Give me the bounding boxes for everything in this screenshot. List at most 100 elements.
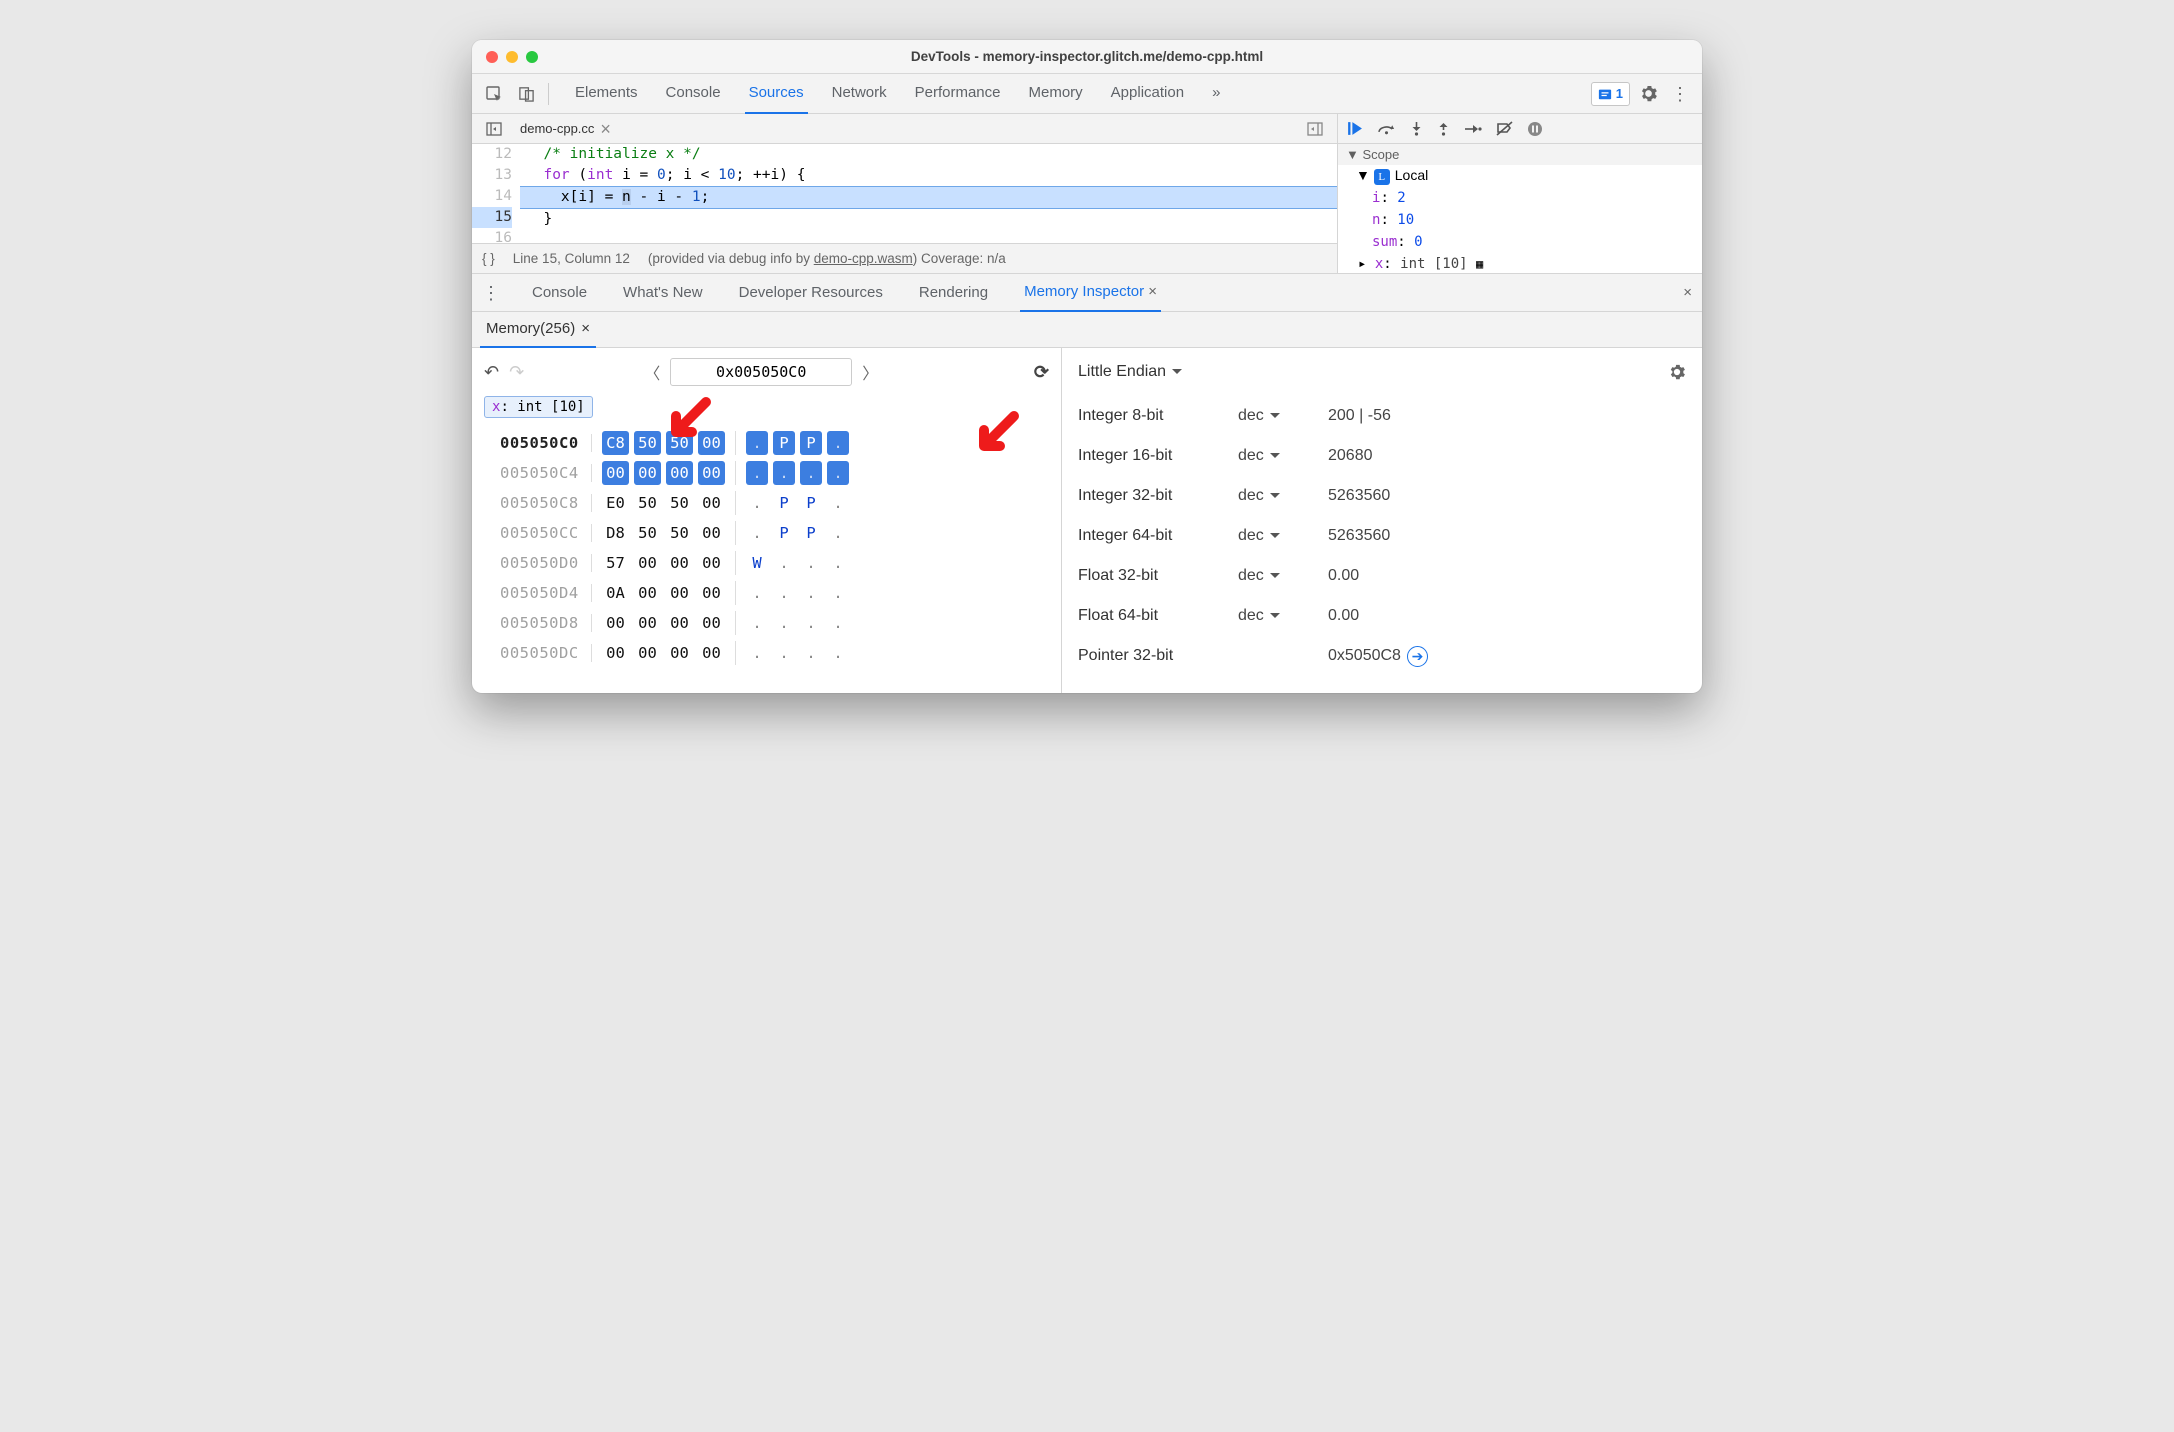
tab-performance[interactable]: Performance (911, 74, 1005, 114)
local-scope-header[interactable]: ▼ LLocal (1338, 165, 1702, 187)
hex-byte[interactable]: 00 (666, 611, 693, 635)
hex-byte[interactable]: 00 (634, 611, 661, 635)
pretty-print-icon[interactable]: { } (482, 251, 495, 266)
hex-byte[interactable]: 0A (602, 581, 629, 605)
resume-icon[interactable] (1346, 120, 1363, 137)
close-window-icon[interactable] (486, 51, 498, 63)
hex-byte[interactable]: 00 (666, 461, 693, 485)
close-tab-icon[interactable]: × (1148, 283, 1157, 300)
close-buffer-icon[interactable]: × (581, 312, 590, 346)
ascii-char[interactable]: P (773, 521, 795, 545)
hex-byte[interactable]: 00 (666, 551, 693, 575)
undo-icon[interactable]: ↶ (484, 362, 499, 383)
hex-byte[interactable]: 00 (698, 581, 725, 605)
drawer-tab-devresources[interactable]: Developer Resources (735, 275, 887, 311)
hex-byte[interactable]: 00 (698, 491, 725, 515)
address-input[interactable] (670, 358, 852, 386)
scope-var-x[interactable]: ▸ x: int [10] ▦ (1338, 253, 1702, 273)
value-format-select[interactable]: dec (1238, 607, 1328, 625)
minimize-window-icon[interactable] (506, 51, 518, 63)
endianness-select[interactable]: Little Endian (1078, 363, 1182, 381)
hex-byte[interactable]: 00 (666, 641, 693, 665)
ascii-char[interactable]: . (773, 641, 795, 665)
step-out-icon[interactable] (1437, 121, 1450, 137)
ascii-char[interactable]: . (746, 641, 768, 665)
navigator-toggle-icon[interactable] (480, 115, 508, 143)
ascii-char[interactable]: . (827, 611, 849, 635)
device-toolbar-icon[interactable] (512, 80, 540, 108)
scope-var-i[interactable]: i: 2 (1338, 187, 1702, 209)
ascii-char[interactable]: . (746, 461, 768, 485)
hex-row[interactable]: 005050DC00000000.... (500, 638, 1061, 668)
ascii-char[interactable]: . (800, 641, 822, 665)
hex-byte[interactable]: 50 (634, 431, 661, 455)
ascii-char[interactable]: . (800, 611, 822, 635)
next-page-icon[interactable]: 〉 (862, 360, 878, 384)
hex-row[interactable]: 005050C400000000.... (500, 458, 1061, 488)
value-format-select[interactable]: dec (1238, 527, 1328, 545)
ascii-char[interactable]: P (773, 431, 795, 455)
hex-byte[interactable]: 00 (602, 611, 629, 635)
pause-exceptions-icon[interactable] (1527, 121, 1543, 137)
ascii-char[interactable]: . (800, 551, 822, 575)
step-icon[interactable] (1464, 123, 1482, 135)
tab-elements[interactable]: Elements (571, 74, 642, 114)
ascii-char[interactable]: . (827, 551, 849, 575)
prev-page-icon[interactable]: 〈 (644, 360, 660, 384)
object-highlight-chip[interactable]: x: int [10] (484, 396, 593, 418)
ascii-char[interactable]: . (746, 521, 768, 545)
tab-memory[interactable]: Memory (1025, 74, 1087, 114)
scope-var-sum[interactable]: sum: 0 (1338, 231, 1702, 253)
memory-buffer-tab[interactable]: Memory(256) × (480, 312, 596, 348)
ascii-char[interactable]: . (827, 461, 849, 485)
scope-var-n[interactable]: n: 10 (1338, 209, 1702, 231)
ascii-char[interactable]: P (800, 431, 822, 455)
hex-byte[interactable]: 00 (666, 581, 693, 605)
ascii-char[interactable]: . (746, 431, 768, 455)
scope-section-header[interactable]: ▼ Scope (1338, 144, 1702, 165)
tab-sources[interactable]: Sources (745, 74, 808, 114)
jump-to-pointer-icon[interactable]: ➔ (1407, 646, 1428, 667)
hex-byte[interactable]: E0 (602, 491, 629, 515)
tab-network[interactable]: Network (828, 74, 891, 114)
hex-byte[interactable]: 00 (698, 461, 725, 485)
hex-grid[interactable]: 005050C0C8505000.PP.005050C400000000....… (472, 424, 1061, 668)
value-format-select[interactable]: dec (1238, 567, 1328, 585)
hex-byte[interactable]: 00 (698, 641, 725, 665)
ascii-char[interactable]: . (827, 641, 849, 665)
ascii-char[interactable]: . (746, 491, 768, 515)
ascii-char[interactable]: . (827, 521, 849, 545)
ascii-char[interactable]: . (773, 551, 795, 575)
hex-byte[interactable]: 50 (666, 521, 693, 545)
ascii-char[interactable]: . (800, 461, 822, 485)
issues-badge[interactable]: 1 (1591, 82, 1630, 106)
hex-byte[interactable]: 00 (634, 461, 661, 485)
hex-byte[interactable]: 00 (698, 551, 725, 575)
hex-row[interactable]: 005050D800000000.... (500, 608, 1061, 638)
drawer-tab-rendering[interactable]: Rendering (915, 275, 992, 311)
step-over-icon[interactable] (1377, 122, 1396, 136)
deactivate-breakpoints-icon[interactable] (1496, 121, 1513, 136)
value-format-select[interactable]: dec (1238, 447, 1328, 465)
close-drawer-icon[interactable]: × (1683, 284, 1692, 301)
ascii-char[interactable]: . (773, 581, 795, 605)
hex-byte[interactable]: 00 (602, 461, 629, 485)
hex-row[interactable]: 005050CCD8505000.PP. (500, 518, 1061, 548)
tab-console[interactable]: Console (662, 74, 725, 114)
ascii-char[interactable]: . (746, 581, 768, 605)
redo-icon[interactable]: ↷ (509, 362, 524, 383)
drawer-tab-console[interactable]: Console (528, 275, 591, 311)
close-file-icon[interactable]: × (600, 120, 611, 138)
settings-gear-icon[interactable] (1634, 80, 1662, 108)
hex-byte[interactable]: C8 (602, 431, 629, 455)
hex-byte[interactable]: D8 (602, 521, 629, 545)
ascii-char[interactable]: . (773, 611, 795, 635)
tabs-overflow[interactable]: » (1208, 74, 1224, 114)
value-format-select[interactable]: dec (1238, 487, 1328, 505)
ascii-char[interactable]: W (746, 551, 768, 575)
hex-row[interactable]: 005050C8E0505000.PP. (500, 488, 1061, 518)
tab-application[interactable]: Application (1107, 74, 1188, 114)
hex-row[interactable]: 005050D057000000W... (500, 548, 1061, 578)
hex-byte[interactable]: 50 (634, 521, 661, 545)
drawer-tab-memory-inspector[interactable]: Memory Inspector × (1020, 274, 1161, 312)
